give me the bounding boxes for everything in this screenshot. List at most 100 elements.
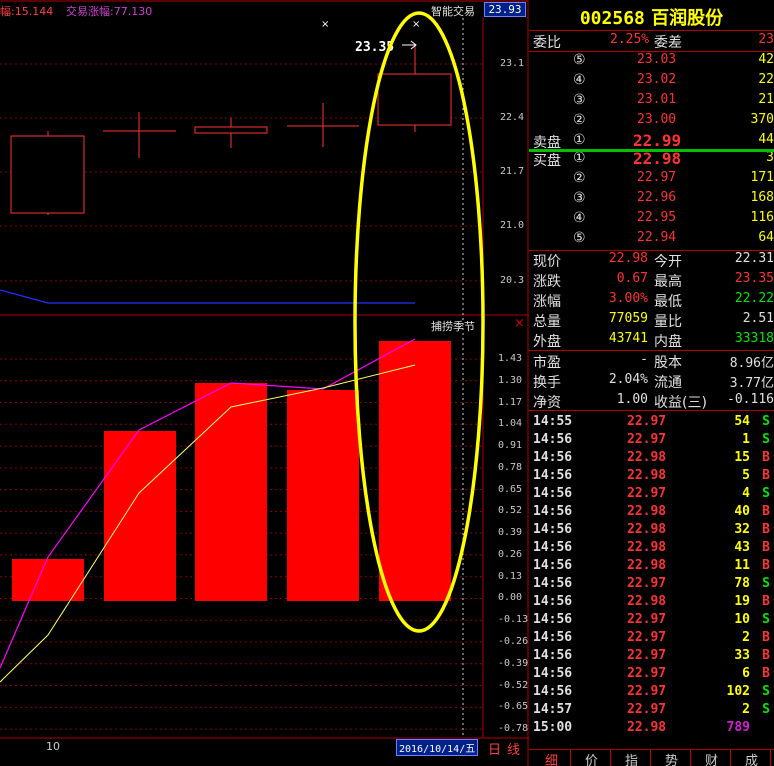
tick-volume: 33 [734, 648, 750, 663]
buys-level-row[interactable]: 买盘 ① 22.98 3 [533, 149, 774, 170]
tick-volume: 1 [742, 432, 750, 447]
tick-volume: 11 [734, 558, 750, 573]
tab-0[interactable]: 细 [533, 750, 571, 766]
tick-side: B [762, 648, 770, 663]
buys-level-row[interactable]: ③ 22.96 168 [533, 190, 774, 210]
level-icon: ① [573, 150, 586, 166]
buys-label: 买盘 [533, 153, 561, 169]
indicator-bar [195, 383, 267, 601]
tick-side: S [762, 612, 770, 627]
buys-volume: 64 [758, 230, 774, 245]
weibi-row: 委比 2.25% 委差 23 [533, 32, 774, 52]
buys-level-row[interactable]: ② 22.97 171 [533, 170, 774, 190]
tick-time: 14:56 [533, 576, 573, 591]
stat-label: 涨跌 [533, 274, 561, 290]
tick-time: 14:57 [533, 702, 573, 717]
buys-level-row[interactable]: ④ 22.95 116 [533, 210, 774, 230]
sells-level-row[interactable]: ⑤ 23.03 42 [533, 52, 774, 72]
tick-row[interactable]: 14:57 22.97 2 S [530, 702, 774, 720]
stats-row: 涨幅 3.00% 最低 22.22 [533, 291, 774, 311]
tick-row[interactable]: 14:56 22.97 6 B [530, 666, 774, 684]
candle [194, 118, 268, 148]
tick-price: 22.97 [627, 432, 667, 447]
stat-label: 股本 [654, 355, 682, 371]
stat-label: 最高 [654, 274, 682, 290]
sells-price: 22.99 [633, 131, 682, 150]
marker-x: × [321, 19, 329, 30]
sells-level-row[interactable]: ③ 23.01 21 [533, 92, 774, 112]
sells-volume: 44 [758, 132, 774, 147]
tick-price: 22.97 [627, 666, 667, 681]
tick-time: 14:56 [533, 558, 573, 573]
tick-volume: 5 [742, 468, 750, 483]
tick-volume: 32 [734, 522, 750, 537]
tick-row[interactable]: 14:56 22.98 32 B [530, 522, 774, 540]
tick-volume: 2 [742, 630, 750, 645]
tick-price: 22.97 [627, 576, 667, 591]
stats-row: 总量 77059 量比 2.51 [533, 311, 774, 331]
tick-side: B [762, 522, 770, 537]
tick-side: S [762, 414, 770, 429]
tick-row[interactable]: 14:56 22.97 10 S [530, 612, 774, 630]
stat-label: 现价 [533, 254, 561, 270]
tick-row[interactable]: 14:56 22.98 43 B [530, 540, 774, 558]
tab-1[interactable]: 价 [573, 750, 611, 766]
stat-value: 3.77亿 [729, 376, 774, 391]
tick-price: 22.97 [627, 684, 667, 699]
weicha-label: 委差 [654, 35, 682, 51]
tick-volume: 15 [734, 450, 750, 465]
tick-row[interactable]: 14:55 22.97 54 S [530, 414, 774, 432]
candle [287, 103, 359, 147]
tick-side: B [762, 504, 770, 519]
tick-row[interactable]: 15:00 22.98 789 [530, 720, 774, 738]
buys-volume: 3 [766, 150, 774, 165]
stat-value: 2.51 [742, 311, 774, 326]
tick-row[interactable]: 14:56 22.97 78 S [530, 576, 774, 594]
tick-volume: 789 [726, 720, 750, 735]
stat-value: 43741 [608, 331, 648, 346]
tick-row[interactable]: 14:56 22.97 2 B [530, 630, 774, 648]
tick-volume: 4 [742, 486, 750, 501]
tab-5[interactable]: 成 [733, 750, 771, 766]
tick-row[interactable]: 14:56 22.97 1 S [530, 432, 774, 450]
sells-level-row[interactable]: ② 23.00 370 [533, 112, 774, 132]
sells-price: 23.03 [637, 52, 677, 67]
tick-volume: 40 [734, 504, 750, 519]
stat-label: 流通 [654, 375, 682, 391]
chart-svg: × × [0, 0, 529, 766]
tab-4[interactable]: 财 [693, 750, 731, 766]
stat-label: 量比 [654, 314, 682, 330]
tick-price: 22.97 [627, 702, 667, 717]
buys-price: 22.95 [637, 210, 677, 225]
tick-side: S [762, 576, 770, 591]
sells-volume: 42 [758, 52, 774, 67]
stats-row: 外盘 43741 内盘 33318 [533, 331, 774, 351]
tick-row[interactable]: 14:56 22.98 15 B [530, 450, 774, 468]
buys-level-row[interactable]: ⑤ 22.94 64 [533, 230, 774, 250]
chart-area[interactable]: 幅:15.144 交易涨幅:77.130 智能交易 23.93 23.1 22.… [0, 0, 529, 766]
sells-level-row[interactable]: ④ 23.02 22 [533, 72, 774, 92]
level-icon: ④ [573, 210, 586, 226]
candle [103, 112, 176, 158]
divider [529, 410, 774, 411]
stat-value: 0.67 [616, 271, 648, 286]
tab-2[interactable]: 指 [613, 750, 651, 766]
stat-label: 今开 [654, 254, 682, 270]
stat-value: 1.00 [616, 392, 648, 407]
tick-time: 14:55 [533, 414, 573, 429]
indicator-bar [12, 559, 84, 601]
tick-price: 22.98 [627, 504, 667, 519]
stats-row: 涨跌 0.67 最高 23.35 [533, 271, 774, 291]
tick-time: 14:56 [533, 486, 573, 501]
tick-price: 22.98 [627, 558, 667, 573]
tick-row[interactable]: 14:56 22.98 40 B [530, 504, 774, 522]
tick-row[interactable]: 14:56 22.98 5 B [530, 468, 774, 486]
tick-row[interactable]: 14:56 22.97 102 S [530, 684, 774, 702]
tick-row[interactable]: 14:56 22.98 19 B [530, 594, 774, 612]
tab-3[interactable]: 势 [653, 750, 691, 766]
tick-row[interactable]: 14:56 22.98 11 B [530, 558, 774, 576]
stat-label: 涨幅 [533, 294, 561, 310]
tick-row[interactable]: 14:56 22.97 33 B [530, 648, 774, 666]
tick-row[interactable]: 14:56 22.97 4 S [530, 486, 774, 504]
divider [529, 350, 774, 351]
